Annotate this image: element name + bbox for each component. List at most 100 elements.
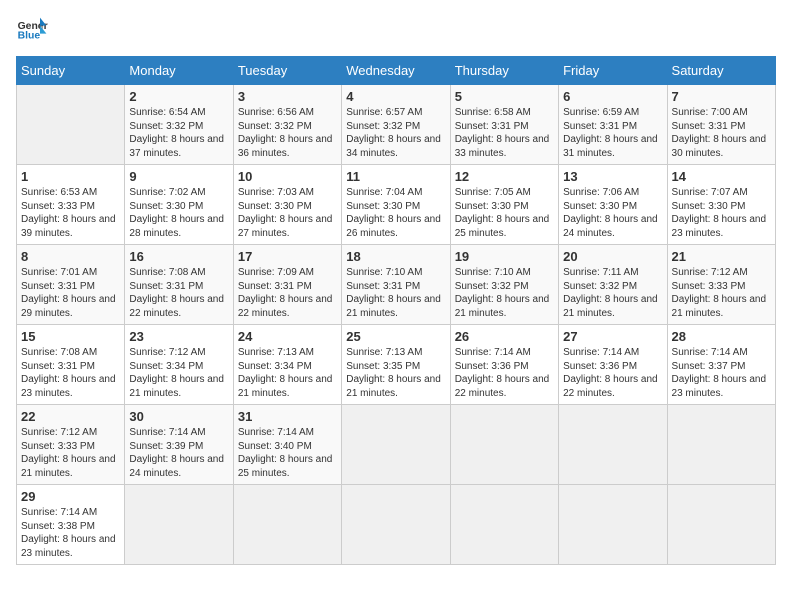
day-info: Sunrise: 7:10 AMSunset: 3:32 PMDaylight:…: [455, 266, 554, 320]
day-number: 2: [129, 89, 228, 104]
calendar-cell: [342, 485, 450, 565]
day-info: Sunrise: 7:09 AMSunset: 3:31 PMDaylight:…: [238, 266, 337, 320]
logo-icon: General Blue: [16, 16, 48, 44]
header-day: Wednesday: [342, 57, 450, 85]
day-info: Sunrise: 7:14 AMSunset: 3:40 PMDaylight:…: [238, 426, 337, 480]
calendar-cell: [559, 485, 667, 565]
day-number: 16: [129, 249, 228, 264]
day-info: Sunrise: 7:14 AMSunset: 3:38 PMDaylight:…: [21, 506, 120, 560]
calendar-cell: 9 Sunrise: 7:02 AMSunset: 3:30 PMDaylight…: [125, 165, 233, 245]
calendar-cell: 1 Sunrise: 6:53 AMSunset: 3:33 PMDaylight…: [17, 165, 125, 245]
header-day: Saturday: [667, 57, 775, 85]
day-number: 19: [455, 249, 554, 264]
calendar-cell: 21Sunrise: 7:12 AMSunset: 3:33 PMDayligh…: [667, 245, 775, 325]
day-number: 29: [21, 489, 120, 504]
page-header: General Blue: [16, 16, 776, 44]
day-number: 30: [129, 409, 228, 424]
day-number: 11: [346, 169, 445, 184]
calendar-cell: 22 Sunrise: 7:12 AMSunset: 3:33 PMDayligh…: [17, 405, 125, 485]
calendar-cell: [342, 405, 450, 485]
calendar-cell: 23Sunrise: 7:12 AMSunset: 3:34 PMDayligh…: [125, 325, 233, 405]
day-number: 14: [672, 169, 771, 184]
day-number: 18: [346, 249, 445, 264]
calendar-week-row: 22 Sunrise: 7:12 AMSunset: 3:33 PMDayligh…: [17, 405, 776, 485]
header-day: Thursday: [450, 57, 558, 85]
calendar-cell: 6 Sunrise: 6:59 AMSunset: 3:31 PMDaylight…: [559, 85, 667, 165]
day-number: 9: [129, 169, 228, 184]
calendar-cell: 12Sunrise: 7:05 AMSunset: 3:30 PMDayligh…: [450, 165, 558, 245]
day-number: 15: [21, 329, 120, 344]
calendar-cell: 3 Sunrise: 6:56 AMSunset: 3:32 PMDaylight…: [233, 85, 341, 165]
calendar-week-row: 8 Sunrise: 7:01 AMSunset: 3:31 PMDaylight…: [17, 245, 776, 325]
day-number: 5: [455, 89, 554, 104]
calendar-cell: [450, 405, 558, 485]
calendar-cell: [233, 485, 341, 565]
day-number: 1: [21, 169, 120, 184]
calendar-cell: 13 Sunrise: 7:06 AMSunset: 3:30 PMDayligh…: [559, 165, 667, 245]
calendar-week-row: 2 Sunrise: 6:54 AMSunset: 3:32 PMDaylight…: [17, 85, 776, 165]
day-number: 28: [672, 329, 771, 344]
calendar-cell: 27 Sunrise: 7:14 AMSunset: 3:36 PMDayligh…: [559, 325, 667, 405]
day-info: Sunrise: 7:05 AMSunset: 3:30 PMDaylight:…: [455, 186, 554, 240]
calendar-cell: 14 Sunrise: 7:07 AMSunset: 3:30 PMDayligh…: [667, 165, 775, 245]
day-info: Sunrise: 6:59 AMSunset: 3:31 PMDaylight:…: [563, 106, 662, 160]
day-info: Sunrise: 6:54 AMSunset: 3:32 PMDaylight:…: [129, 106, 228, 160]
day-info: Sunrise: 7:14 AMSunset: 3:36 PMDaylight:…: [563, 346, 662, 400]
calendar-week-row: 15 Sunrise: 7:08 AMSunset: 3:31 PMDayligh…: [17, 325, 776, 405]
calendar-cell: [17, 85, 125, 165]
logo: General Blue: [16, 16, 48, 44]
day-info: Sunrise: 7:08 AMSunset: 3:31 PMDaylight:…: [21, 346, 120, 400]
day-number: 6: [563, 89, 662, 104]
day-info: Sunrise: 7:14 AMSunset: 3:36 PMDaylight:…: [455, 346, 554, 400]
day-info: Sunrise: 7:03 AMSunset: 3:30 PMDaylight:…: [238, 186, 337, 240]
calendar-cell: [450, 485, 558, 565]
calendar-week-row: 29 Sunrise: 7:14 AMSunset: 3:38 PMDayligh…: [17, 485, 776, 565]
calendar-cell: 28Sunrise: 7:14 AMSunset: 3:37 PMDayligh…: [667, 325, 775, 405]
day-number: 27: [563, 329, 662, 344]
calendar-cell: 15 Sunrise: 7:08 AMSunset: 3:31 PMDayligh…: [17, 325, 125, 405]
day-number: 13: [563, 169, 662, 184]
header-day: Friday: [559, 57, 667, 85]
day-number: 8: [21, 249, 120, 264]
day-info: Sunrise: 7:06 AMSunset: 3:30 PMDaylight:…: [563, 186, 662, 240]
calendar-cell: 20Sunrise: 7:11 AMSunset: 3:32 PMDayligh…: [559, 245, 667, 325]
calendar-cell: 4Sunrise: 6:57 AMSunset: 3:32 PMDaylight…: [342, 85, 450, 165]
day-info: Sunrise: 7:01 AMSunset: 3:31 PMDaylight:…: [21, 266, 120, 320]
day-info: Sunrise: 7:12 AMSunset: 3:33 PMDaylight:…: [21, 426, 120, 480]
calendar-cell: 29 Sunrise: 7:14 AMSunset: 3:38 PMDayligh…: [17, 485, 125, 565]
day-info: Sunrise: 7:07 AMSunset: 3:30 PMDaylight:…: [672, 186, 771, 240]
header-row: SundayMondayTuesdayWednesdayThursdayFrid…: [17, 57, 776, 85]
day-number: 31: [238, 409, 337, 424]
day-info: Sunrise: 7:08 AMSunset: 3:31 PMDaylight:…: [129, 266, 228, 320]
calendar-cell: 31 Sunrise: 7:14 AMSunset: 3:40 PMDayligh…: [233, 405, 341, 485]
day-info: Sunrise: 7:04 AMSunset: 3:30 PMDaylight:…: [346, 186, 445, 240]
day-info: Sunrise: 6:56 AMSunset: 3:32 PMDaylight:…: [238, 106, 337, 160]
header-day: Monday: [125, 57, 233, 85]
day-number: 25: [346, 329, 445, 344]
calendar-cell: 8 Sunrise: 7:01 AMSunset: 3:31 PMDaylight…: [17, 245, 125, 325]
calendar-cell: 5 Sunrise: 6:58 AMSunset: 3:31 PMDaylight…: [450, 85, 558, 165]
day-info: Sunrise: 7:10 AMSunset: 3:31 PMDaylight:…: [346, 266, 445, 320]
day-number: 23: [129, 329, 228, 344]
calendar-cell: [125, 485, 233, 565]
day-number: 4: [346, 89, 445, 104]
day-info: Sunrise: 7:14 AMSunset: 3:39 PMDaylight:…: [129, 426, 228, 480]
day-number: 17: [238, 249, 337, 264]
calendar-cell: 16 Sunrise: 7:08 AMSunset: 3:31 PMDayligh…: [125, 245, 233, 325]
calendar-cell: 25Sunrise: 7:13 AMSunset: 3:35 PMDayligh…: [342, 325, 450, 405]
day-info: Sunrise: 7:11 AMSunset: 3:32 PMDaylight:…: [563, 266, 662, 320]
calendar-week-row: 1 Sunrise: 6:53 AMSunset: 3:33 PMDaylight…: [17, 165, 776, 245]
calendar-cell: 17 Sunrise: 7:09 AMSunset: 3:31 PMDayligh…: [233, 245, 341, 325]
svg-text:Blue: Blue: [18, 30, 41, 41]
day-number: 3: [238, 89, 337, 104]
day-number: 22: [21, 409, 120, 424]
header-day: Tuesday: [233, 57, 341, 85]
header-day: Sunday: [17, 57, 125, 85]
day-number: 7: [672, 89, 771, 104]
day-info: Sunrise: 6:58 AMSunset: 3:31 PMDaylight:…: [455, 106, 554, 160]
calendar-cell: [667, 485, 775, 565]
day-info: Sunrise: 6:53 AMSunset: 3:33 PMDaylight:…: [21, 186, 120, 240]
day-number: 10: [238, 169, 337, 184]
day-info: Sunrise: 7:02 AMSunset: 3:30 PMDaylight:…: [129, 186, 228, 240]
day-number: 21: [672, 249, 771, 264]
